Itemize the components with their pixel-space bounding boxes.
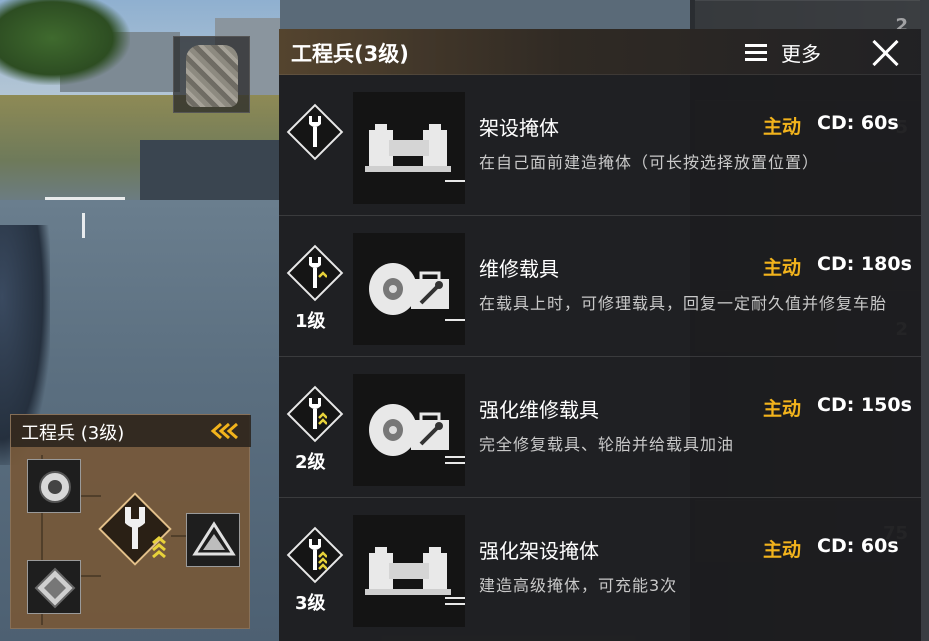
cover-barricade-icon <box>353 92 465 204</box>
skill-type-badge: 主动 <box>763 539 802 561</box>
crosshair-icon <box>45 197 125 200</box>
skill-name: 强化维修载具 <box>479 398 599 422</box>
wrench-icon <box>286 385 344 443</box>
mini-card-title: 工程兵 (3级) <box>21 423 125 444</box>
more-button[interactable]: 更多 <box>745 37 821 67</box>
panel-title: 工程兵(3级) <box>291 42 409 66</box>
skill-node-icon[interactable] <box>27 459 81 513</box>
backpack-icon <box>186 45 238 107</box>
skill-level-label: 3级 <box>295 593 326 614</box>
skill-level-label: 2级 <box>295 452 326 473</box>
panel-header: 工程兵(3级) 更多 <box>279 29 921 75</box>
wrench-icon <box>286 244 344 302</box>
skill-name: 维修载具 <box>479 257 559 281</box>
skill-level-label: 1级 <box>295 311 326 332</box>
skill-description: 在自己面前建造掩体（可长按选择放置位置） <box>479 153 820 172</box>
skill-cooldown: CD: 150s <box>817 394 912 416</box>
mini-card-header: 工程兵 (3级) <box>11 415 251 447</box>
skill-description: 完全修复载具、轮胎并给载具加油 <box>479 435 735 454</box>
skill-name: 架设掩体 <box>479 116 559 140</box>
skill-description: 在载具上时，可修理载具，回复一定耐久值并修复车胎 <box>479 294 888 313</box>
tree <box>0 0 130 85</box>
skill-node-icon[interactable] <box>186 513 240 567</box>
crosshair-icon <box>82 213 85 238</box>
wrench-icon <box>286 526 344 584</box>
backpack-slot[interactable] <box>173 36 250 113</box>
skill-detail-panel: 工程兵(3级) 更多 架设掩体 主动 CD: 60s 在自己面前建造掩体（可长按… <box>279 29 921 641</box>
skill-row[interactable]: 架设掩体 主动 CD: 60s 在自己面前建造掩体（可长按选择放置位置） <box>279 78 921 216</box>
skill-row[interactable]: 3级 强化架设掩体 主动 CD: 60s 建造高级掩体，可充能3次 <box>279 501 921 639</box>
tire-repair-icon <box>353 233 465 345</box>
class-mini-card[interactable]: 工程兵 (3级) <box>10 414 251 629</box>
skill-cooldown: CD: 60s <box>817 535 899 557</box>
skill-row[interactable]: 2级 强化维修载具 主动 CD: 150s 完全修复载具、轮胎并给载具加油 <box>279 360 921 498</box>
close-icon[interactable] <box>871 38 901 68</box>
list-icon <box>745 43 767 61</box>
skill-cooldown: CD: 180s <box>817 253 912 275</box>
cover-barricade-icon <box>353 515 465 627</box>
tire-repair-icon <box>353 374 465 486</box>
skill-node-icon[interactable] <box>27 560 81 614</box>
skill-type-badge: 主动 <box>763 257 802 279</box>
skill-cooldown: CD: 60s <box>817 112 899 134</box>
collapse-arrows-icon[interactable] <box>209 421 239 441</box>
more-label: 更多 <box>781 41 821 66</box>
skill-description: 建造高级掩体，可充能3次 <box>479 576 678 595</box>
skill-type-badge: 主动 <box>763 116 802 138</box>
wrench-icon <box>286 103 344 161</box>
skill-name: 强化架设掩体 <box>479 539 599 563</box>
engineer-class-icon[interactable] <box>98 492 172 566</box>
skill-row[interactable]: 1级 维修载具 主动 CD: 180s 在载具上时，可修理载具，回复一定耐久值并… <box>279 219 921 357</box>
skill-type-badge: 主动 <box>763 398 802 420</box>
wall <box>140 140 280 200</box>
